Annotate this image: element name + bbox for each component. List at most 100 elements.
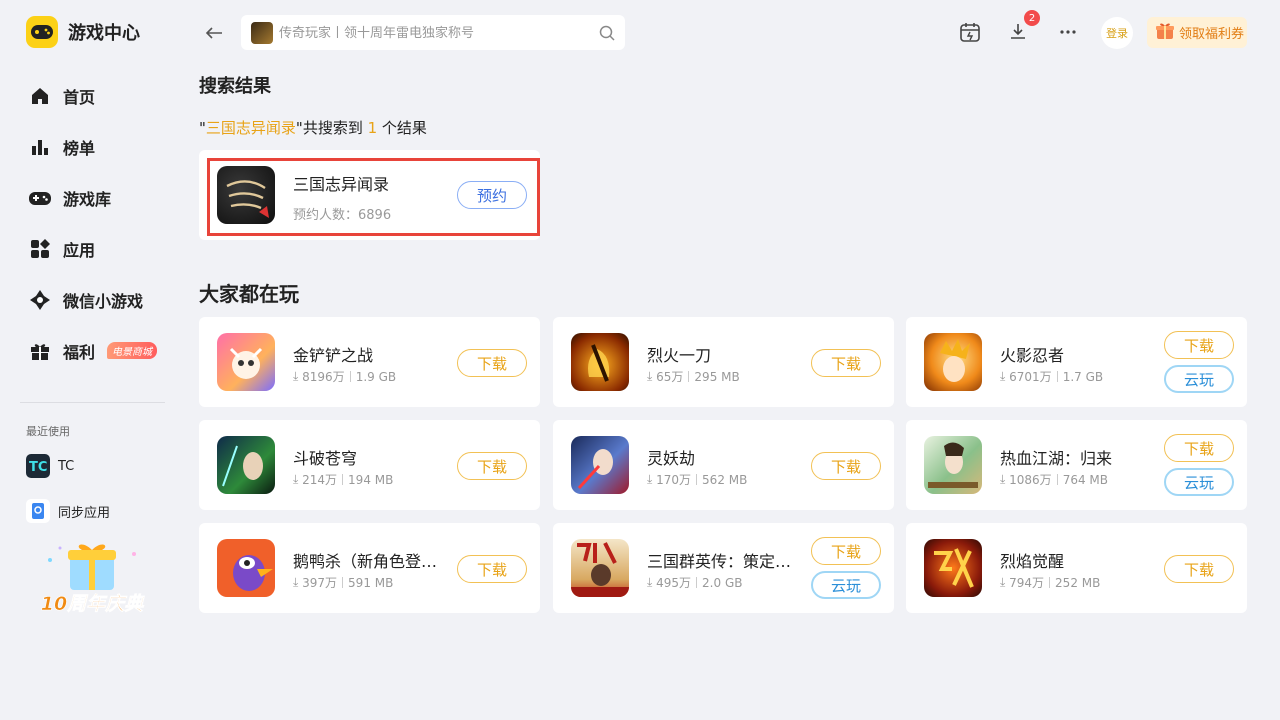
popular-heading: 大家都在玩 xyxy=(199,282,299,306)
download-button[interactable]: 下载 xyxy=(811,452,881,480)
recent-item-label: TC xyxy=(58,458,75,474)
gift-icon xyxy=(28,339,52,363)
download-button[interactable]: 下载 xyxy=(457,555,527,583)
download-count-icon: ⤓ xyxy=(293,369,299,383)
game-icon-lieyanjuexing[interactable] xyxy=(924,539,982,597)
game-name[interactable]: 斗破苍穹 xyxy=(293,445,357,469)
search-bar xyxy=(241,15,625,50)
game-name[interactable]: 烈火一刀 xyxy=(647,342,711,366)
search-input[interactable] xyxy=(279,25,589,40)
sidebar: 游戏中心 首页 榜单 游戏库 应用 微信小游戏 福利 电景商城 最近使用 TC … xyxy=(0,0,185,720)
selection-highlight-frame xyxy=(207,158,540,236)
svg-text:TC: TC xyxy=(29,460,47,474)
game-stats: ⤓ 6701万 1.7 GB xyxy=(1000,369,1104,384)
login-button[interactable]: 登录 xyxy=(1101,17,1133,49)
game-stats: ⤓ 65万 295 MB xyxy=(647,369,740,384)
game-stats: ⤓ 1086万 764 MB xyxy=(1000,472,1108,487)
download-count-icon: ⤓ xyxy=(647,369,653,383)
download-count-icon: ⤓ xyxy=(647,472,653,486)
download-count-badge: 2 xyxy=(1024,10,1040,26)
game-name[interactable]: 火影忍者 xyxy=(1000,342,1064,366)
download-button[interactable]: 下载 xyxy=(457,452,527,480)
promo-text: 10周年庆典 xyxy=(41,593,145,615)
sidebar-item-label: 首页 xyxy=(63,87,96,107)
search-icon[interactable] xyxy=(598,24,616,42)
cloud-play-button[interactable]: 云玩 xyxy=(1164,468,1234,496)
game-icon-doupocangqiong[interactable] xyxy=(217,436,275,494)
gift-box-icon xyxy=(1155,21,1175,45)
game-stats: ⤓ 495万 2.0 GB xyxy=(647,575,743,590)
search-game-thumbnail xyxy=(251,21,273,44)
download-button[interactable]: 下载 xyxy=(1164,434,1234,462)
search-results-heading: 搜索结果 xyxy=(199,76,271,97)
sidebar-item-label: 福利 xyxy=(63,342,96,362)
cloud-play-button[interactable]: 云玩 xyxy=(811,571,881,599)
game-icon-lingyaojie[interactable] xyxy=(571,436,629,494)
gamepad-logo-icon xyxy=(26,16,58,48)
game-icon-rexuejianghu[interactable] xyxy=(924,436,982,494)
recent-item-sync-app[interactable]: 同步应用 xyxy=(26,499,110,523)
game-stats: ⤓ 397万 591 MB xyxy=(293,575,394,590)
game-icon-liehuoyidao[interactable] xyxy=(571,333,629,391)
game-icon-goose-goose-duck[interactable] xyxy=(217,539,275,597)
result-count: 1 xyxy=(367,119,378,137)
sidebar-divider xyxy=(20,402,165,403)
chart-icon xyxy=(28,135,52,159)
download-count-icon: ⤓ xyxy=(293,472,299,486)
sidebar-item-welfare[interactable]: 福利 电景商城 xyxy=(28,325,158,376)
game-name[interactable]: 三国群英传：策定… xyxy=(647,548,791,572)
sidebar-item-wechat-minigames[interactable]: 微信小游戏 xyxy=(28,274,157,325)
sidebar-item-label: 应用 xyxy=(63,240,96,260)
game-name[interactable]: 鹅鸭杀（新角色登… xyxy=(293,548,437,572)
search-summary: "三国志异闻录"共搜索到 1 个结果 xyxy=(199,119,427,137)
back-button[interactable] xyxy=(203,22,225,44)
game-icon-huoyingrenzhe[interactable] xyxy=(924,333,982,391)
download-button[interactable]: 下载 xyxy=(811,349,881,377)
download-count-icon: ⤓ xyxy=(293,575,299,589)
game-name[interactable]: 灵妖劫 xyxy=(647,445,695,469)
home-icon xyxy=(28,84,52,108)
recent-item-label: 同步应用 xyxy=(58,505,111,521)
brand[interactable]: 游戏中心 xyxy=(26,16,140,48)
download-button[interactable]: 下载 xyxy=(1164,331,1234,359)
search-query: 三国志异闻录 xyxy=(205,119,296,137)
game-stats: ⤓ 170万 562 MB xyxy=(647,472,748,487)
more-icon[interactable] xyxy=(1056,20,1080,44)
sidebar-item-rankings[interactable]: 榜单 xyxy=(28,121,157,172)
game-stats: ⤓ 8196万 1.9 GB xyxy=(293,369,397,384)
sidebar-item-label: 游戏库 xyxy=(63,189,112,209)
download-count-icon: ⤓ xyxy=(1000,369,1006,383)
game-name[interactable]: 热血江湖：归来 xyxy=(1000,445,1112,469)
download-button[interactable]: 下载 xyxy=(811,537,881,565)
download-count-icon: ⤓ xyxy=(1000,472,1006,486)
download-button[interactable]: 下载 xyxy=(1164,555,1234,583)
game-name[interactable]: 金铲铲之战 xyxy=(293,342,373,366)
game-stats: ⤓ 214万 194 MB xyxy=(293,472,394,487)
recent-item-tc[interactable]: TC TC xyxy=(26,454,74,478)
coupon-label: 领取福利券 xyxy=(1179,27,1245,42)
app-title: 游戏中心 xyxy=(68,23,140,44)
welfare-badge: 电景商城 xyxy=(107,342,158,359)
game-name[interactable]: 烈焰觉醒 xyxy=(1000,548,1064,572)
download-button[interactable]: 下载 xyxy=(457,349,527,377)
tc-app-icon: TC xyxy=(26,454,50,478)
sidebar-item-label: 榜单 xyxy=(63,138,96,158)
anniversary-promo-banner[interactable]: 10周年庆典 xyxy=(32,540,152,618)
sync-app-icon xyxy=(26,499,50,523)
sidebar-nav: 首页 榜单 游戏库 应用 微信小游戏 福利 电景商城 xyxy=(28,70,158,376)
sidebar-item-label: 微信小游戏 xyxy=(63,291,144,311)
apps-icon xyxy=(28,237,52,261)
recent-section-title: 最近使用 xyxy=(26,425,70,438)
sidebar-item-game-library[interactable]: 游戏库 xyxy=(28,172,157,223)
game-icon-jinchanchan[interactable] xyxy=(217,333,275,391)
download-count-icon: ⤓ xyxy=(647,575,653,589)
cloud-play-button[interactable]: 云玩 xyxy=(1164,365,1234,393)
sidebar-item-apps[interactable]: 应用 xyxy=(28,223,157,274)
claim-coupon-button[interactable]: 领取福利券 xyxy=(1147,17,1247,48)
game-stats: ⤓ 794万 252 MB xyxy=(1000,575,1101,590)
calendar-icon[interactable] xyxy=(958,20,982,44)
download-count-icon: ⤓ xyxy=(1000,575,1006,589)
game-icon-sanguoqunyingzhuan[interactable] xyxy=(571,539,629,597)
wechat-minigame-icon xyxy=(28,288,52,312)
sidebar-item-home[interactable]: 首页 xyxy=(28,70,157,121)
